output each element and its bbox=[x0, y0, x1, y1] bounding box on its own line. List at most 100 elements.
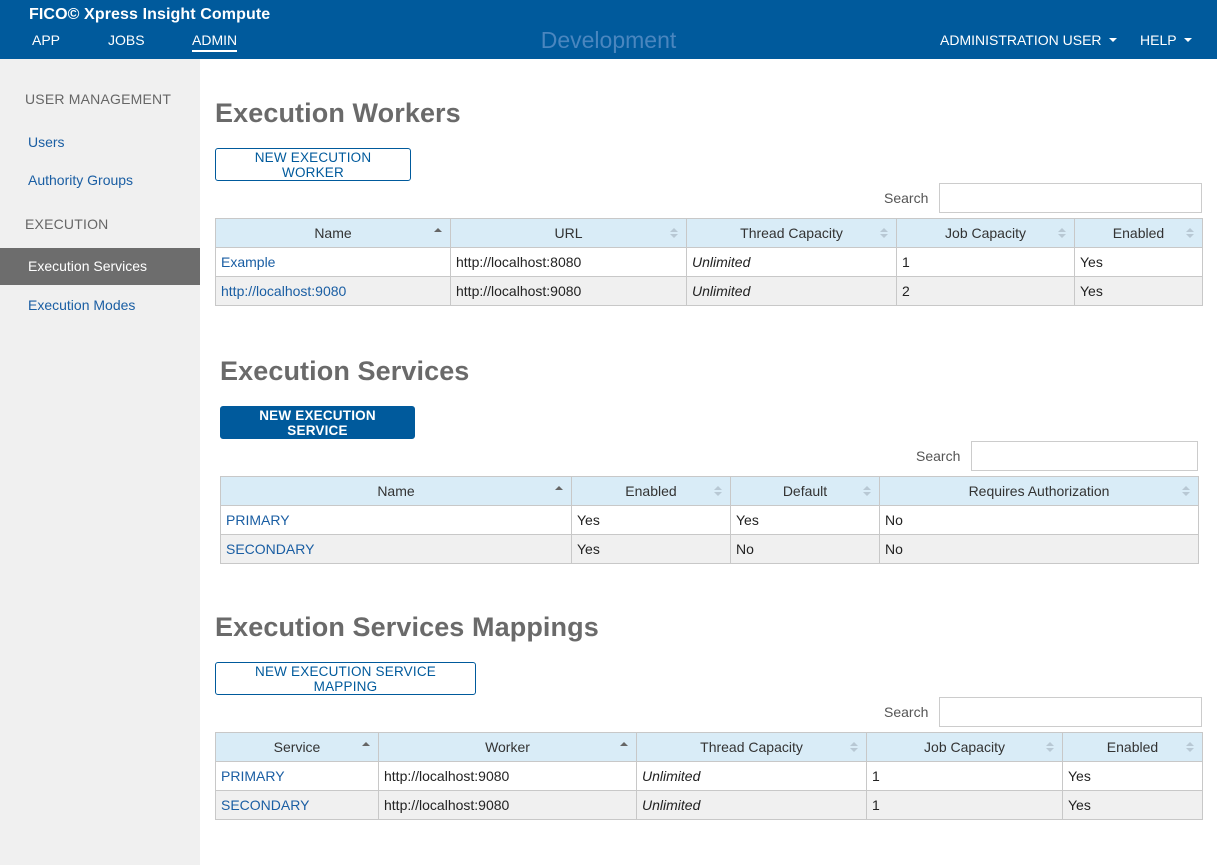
worker-job-capacity: 1 bbox=[896, 247, 1075, 277]
column-header-label: Enabled bbox=[1106, 739, 1159, 755]
mappings-search-input[interactable] bbox=[939, 697, 1202, 727]
column-header-label: Worker bbox=[485, 739, 530, 755]
column-header-label: Requires Authorization bbox=[968, 483, 1110, 499]
mappings-search-label: Search bbox=[884, 704, 929, 720]
column-header-enabled[interactable]: Enabled bbox=[571, 476, 731, 506]
chevron-down-icon bbox=[1183, 38, 1192, 42]
column-header-requires-authorization[interactable]: Requires Authorization bbox=[879, 476, 1199, 506]
sort-icon bbox=[1182, 486, 1190, 498]
user-menu[interactable]: ADMINISTRATION USER bbox=[940, 32, 1117, 50]
worker-enabled: Yes bbox=[1074, 247, 1203, 277]
column-header-thread-capacity[interactable]: Thread Capacity bbox=[686, 218, 897, 248]
mapping-enabled: Yes bbox=[1062, 790, 1203, 820]
worker-job-capacity: 2 bbox=[896, 276, 1075, 306]
service-enabled: Yes bbox=[571, 534, 731, 564]
column-header-enabled[interactable]: Enabled bbox=[1062, 732, 1203, 762]
mapping-job-capacity: 1 bbox=[866, 790, 1063, 820]
sort-asc-icon bbox=[555, 486, 563, 498]
mapping-thread-capacity: Unlimited bbox=[636, 790, 867, 820]
mapping-worker: http://localhost:9080 bbox=[378, 761, 637, 791]
column-header-label: URL bbox=[554, 225, 583, 241]
column-header-label: Name bbox=[314, 225, 352, 241]
user-menu-label: ADMINISTRATION USER bbox=[940, 32, 1102, 48]
sort-icon bbox=[670, 228, 678, 240]
sidebar-item-execution-services[interactable]: Execution Services bbox=[0, 248, 200, 285]
service-enabled: Yes bbox=[571, 505, 731, 535]
sort-icon bbox=[850, 742, 858, 754]
services-search-label: Search bbox=[916, 448, 961, 464]
column-header-job-capacity[interactable]: Job Capacity bbox=[896, 218, 1075, 248]
service-requires-authorization: No bbox=[879, 505, 1199, 535]
service-requires-authorization: No bbox=[879, 534, 1199, 564]
worker-thread-capacity: Unlimited bbox=[686, 247, 897, 277]
column-header-label: Thread Capacity bbox=[700, 739, 803, 755]
mapping-enabled: Yes bbox=[1062, 761, 1203, 791]
column-header-name[interactable]: Name bbox=[215, 218, 451, 248]
workers-table: Name URL Thread Capacity Job Capacity En… bbox=[215, 218, 1203, 306]
sort-icon bbox=[714, 486, 722, 498]
worker-thread-capacity: Unlimited bbox=[686, 276, 897, 306]
column-header-service[interactable]: Service bbox=[215, 732, 379, 762]
sidebar-heading-user-management: USER MANAGEMENT bbox=[25, 91, 172, 107]
mappings-title: Execution Services Mappings bbox=[215, 612, 599, 642]
sort-asc-icon bbox=[434, 228, 442, 240]
column-header-default[interactable]: Default bbox=[730, 476, 880, 506]
column-header-label: Default bbox=[782, 483, 828, 499]
top-bar: FICO© Xpress Insight Compute APP JOBS AD… bbox=[0, 0, 1217, 59]
worker-name-link[interactable]: Example bbox=[215, 247, 451, 277]
column-header-name[interactable]: Name bbox=[220, 476, 572, 506]
worker-enabled: Yes bbox=[1074, 276, 1203, 306]
workers-title: Execution Workers bbox=[215, 98, 461, 128]
mapping-service-link[interactable]: PRIMARY bbox=[215, 761, 379, 791]
mapping-worker: http://localhost:9080 bbox=[378, 790, 637, 820]
new-execution-worker-button[interactable]: NEW EXECUTION WORKER bbox=[215, 148, 411, 181]
service-name-link[interactable]: SECONDARY bbox=[220, 534, 572, 564]
sort-icon bbox=[863, 486, 871, 498]
mappings-table: Service Worker Thread Capacity Job Capac… bbox=[215, 732, 1203, 820]
sort-asc-icon bbox=[620, 742, 628, 754]
column-header-worker[interactable]: Worker bbox=[378, 732, 637, 762]
services-table: Name Enabled Default Requires Authorizat… bbox=[220, 476, 1199, 564]
help-menu-label: HELP bbox=[1140, 32, 1177, 48]
column-header-label: Enabled bbox=[1112, 225, 1165, 241]
sidebar-item-execution-modes[interactable]: Execution Modes bbox=[28, 297, 135, 313]
sidebar-item-label: Execution Services bbox=[28, 258, 148, 274]
sidebar: USER MANAGEMENT Users Authority Groups E… bbox=[0, 59, 200, 865]
sort-asc-icon bbox=[362, 742, 370, 754]
sort-icon bbox=[1186, 742, 1194, 754]
sidebar-item-users[interactable]: Users bbox=[28, 134, 65, 150]
chevron-down-icon bbox=[1108, 38, 1117, 42]
worker-name-link[interactable]: http://localhost:9080 bbox=[215, 276, 451, 306]
worker-url: http://localhost:8080 bbox=[450, 247, 687, 277]
column-header-enabled[interactable]: Enabled bbox=[1074, 218, 1203, 248]
service-name-link[interactable]: PRIMARY bbox=[220, 505, 572, 535]
column-header-label: Enabled bbox=[625, 483, 677, 499]
column-header-thread-capacity[interactable]: Thread Capacity bbox=[636, 732, 867, 762]
table-row: PRIMARY Yes Yes No bbox=[220, 505, 1199, 535]
column-header-label: Name bbox=[377, 483, 415, 499]
new-execution-service-mapping-button[interactable]: NEW EXECUTION SERVICE MAPPING bbox=[215, 662, 476, 695]
table-row: SECONDARY http://localhost:9080 Unlimite… bbox=[215, 790, 1203, 820]
sort-icon bbox=[880, 228, 888, 240]
help-menu[interactable]: HELP bbox=[1140, 32, 1192, 50]
workers-search-label: Search bbox=[884, 190, 929, 206]
sidebar-item-authority-groups[interactable]: Authority Groups bbox=[28, 172, 133, 188]
column-header-job-capacity[interactable]: Job Capacity bbox=[866, 732, 1063, 762]
sort-icon bbox=[1186, 228, 1194, 240]
mapping-service-link[interactable]: SECONDARY bbox=[215, 790, 379, 820]
mapping-thread-capacity: Unlimited bbox=[636, 761, 867, 791]
column-header-label: Service bbox=[273, 739, 321, 755]
sort-icon bbox=[1058, 228, 1066, 240]
app-brand: FICO© Xpress Insight Compute bbox=[29, 6, 271, 23]
column-header-label: Job Capacity bbox=[945, 225, 1026, 241]
table-row: PRIMARY http://localhost:9080 Unlimited … bbox=[215, 761, 1203, 791]
service-default: No bbox=[730, 534, 880, 564]
workers-search-input[interactable] bbox=[939, 183, 1202, 213]
new-execution-service-button[interactable]: NEW EXECUTION SERVICE bbox=[220, 406, 415, 439]
column-header-url[interactable]: URL bbox=[450, 218, 687, 248]
column-header-label: Thread Capacity bbox=[740, 225, 843, 241]
sort-icon bbox=[1046, 742, 1054, 754]
sidebar-heading-execution: EXECUTION bbox=[25, 216, 109, 232]
mapping-job-capacity: 1 bbox=[866, 761, 1063, 791]
services-search-input[interactable] bbox=[971, 441, 1198, 471]
